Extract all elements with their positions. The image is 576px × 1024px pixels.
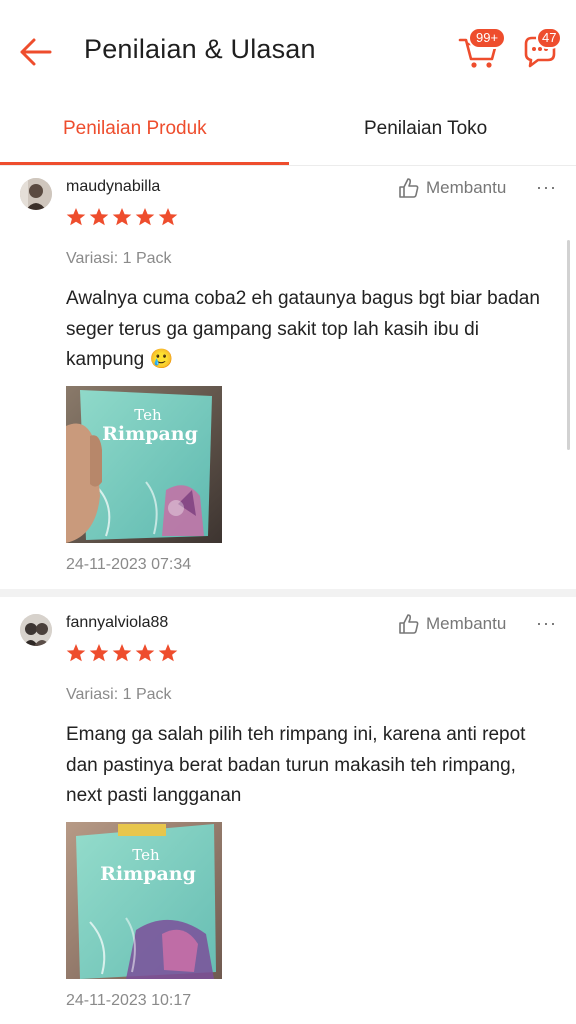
review-photo[interactable]: Teh Rimpang [66,386,222,543]
review-date: 24-11-2023 10:17 [66,992,192,1009]
reviewer-username[interactable]: maudynabilla [66,178,160,196]
review-date: 24-11-2023 07:34 [66,556,192,573]
variant-label: Variasi: 1 Pack [66,250,172,267]
cart-count-badge: 99+ [468,27,507,49]
reviewer-username[interactable]: fannyalviola88 [66,614,168,632]
tab-shop-reviews[interactable]: Penilaian Toko [364,118,487,140]
thumbs-up-icon [399,178,419,198]
cart-button[interactable]: 99+ [456,27,507,70]
scrollbar[interactable] [567,240,570,450]
star-icon [158,208,178,226]
star-icon [66,208,86,226]
avatar[interactable] [20,178,52,210]
photo-text-line2: Rimpang [102,423,198,445]
review-item: maudynabilla Membantu ··· Variasi: 1 Pac… [0,166,576,586]
helpful-button[interactable]: Membantu [398,612,506,636]
star-icon [135,208,155,226]
helpful-label: Membantu [426,614,507,633]
rating-stars [66,207,178,227]
page-title: Penilaian & Ulasan [84,34,316,64]
photo-text-line1: Teh [134,406,162,424]
star-icon [135,644,155,662]
app-header: Penilaian & Ulasan 99+ 47 [0,0,576,100]
avatar[interactable] [20,614,52,646]
back-arrow-icon[interactable] [16,34,56,70]
review-item: fannyalviola88 Membantu ··· Variasi: 1 P… [0,602,576,1024]
star-icon [66,644,86,662]
tab-product-reviews[interactable]: Penilaian Produk [63,118,207,140]
star-icon [112,208,132,226]
rating-stars [66,643,178,663]
helpful-button[interactable]: Membantu [398,176,506,200]
star-icon [112,644,132,662]
review-tabs: Penilaian Produk Penilaian Toko [0,100,576,166]
more-options-icon[interactable]: ··· [536,613,557,634]
chat-button[interactable]: 47 [518,27,564,70]
star-icon [89,644,109,662]
more-options-icon[interactable]: ··· [536,177,557,198]
photo-text-line1: Teh [132,846,160,864]
thumbs-up-icon [399,614,419,634]
review-photo[interactable]: Teh Rimpang [66,822,222,979]
star-icon [89,208,109,226]
review-divider [0,589,576,597]
photo-text-line2: Rimpang [100,863,196,885]
review-comment: Awalnya cuma coba2 eh gataunya bagus bgt… [66,288,540,370]
helpful-label: Membantu [426,178,507,197]
review-comment: Emang ga salah pilih teh rimpang ini, ka… [66,724,526,806]
variant-label: Variasi: 1 Pack [66,686,172,703]
chat-count-badge: 47 [536,27,563,49]
star-icon [158,644,178,662]
